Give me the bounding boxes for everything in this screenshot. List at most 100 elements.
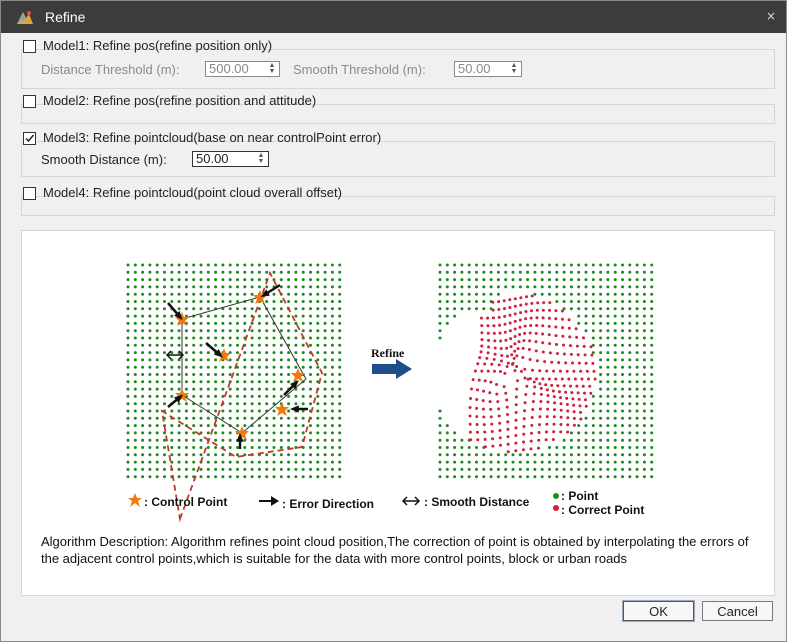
grid-point [221, 453, 225, 457]
grid-point [540, 475, 544, 479]
grid-point [228, 438, 232, 442]
correct-point [497, 315, 501, 319]
grid-point [279, 373, 283, 376]
grid-point [316, 394, 320, 398]
correct-point [553, 401, 557, 405]
grid-point [221, 416, 225, 420]
grid-point [453, 453, 457, 457]
grid-point [562, 460, 566, 464]
grid-point [338, 416, 342, 420]
grid-point [221, 270, 225, 274]
grid-point [214, 453, 218, 457]
model1-checkbox[interactable] [23, 40, 36, 53]
grid-point [287, 373, 291, 376]
correct-point [564, 361, 568, 365]
grid-point [133, 343, 137, 347]
grid-point [155, 358, 159, 362]
correct-point [530, 415, 534, 419]
grid-point [642, 343, 646, 347]
grid-point [133, 300, 137, 303]
grid-point [438, 409, 442, 413]
grid-point [141, 387, 145, 391]
grid-point [141, 300, 145, 303]
correct-point [504, 338, 508, 342]
close-icon[interactable]: × [766, 9, 776, 23]
distance-threshold-input[interactable]: 500.00 ▲ ▼ [205, 61, 280, 77]
grid-point [170, 438, 174, 442]
correct-point [480, 338, 484, 342]
grid-point [155, 292, 159, 296]
grid-point [323, 402, 327, 406]
correct-point [518, 333, 522, 337]
grid-point [133, 460, 137, 464]
grid-point [338, 343, 342, 347]
ok-button[interactable]: OK [622, 600, 695, 622]
grid-point [257, 351, 261, 355]
grid-point [243, 475, 247, 479]
grid-point [599, 292, 603, 296]
grid-point [650, 402, 654, 406]
grid-point [206, 270, 210, 274]
grid-point [599, 373, 603, 376]
grid-point [272, 380, 276, 384]
grid-point [621, 321, 624, 325]
correct-point [554, 325, 558, 329]
grid-point [265, 387, 269, 391]
grid-point [526, 270, 530, 274]
grid-point [599, 278, 603, 282]
correct-point [589, 391, 593, 395]
grid-point [206, 446, 210, 449]
grid-point [301, 263, 305, 267]
grid-point [635, 387, 639, 391]
spin-arrows-icon[interactable]: ▲ ▼ [266, 62, 278, 75]
spin-arrows-icon[interactable]: ▲ ▼ [255, 152, 267, 165]
correct-point [585, 369, 589, 373]
model2-checkbox[interactable] [23, 95, 36, 108]
grid-point [323, 373, 327, 376]
grid-point [199, 270, 203, 274]
smooth-distance-input[interactable]: 50.00 ▲ ▼ [192, 151, 269, 167]
grid-point [330, 314, 334, 318]
correct-point [523, 324, 527, 328]
grid-point [316, 424, 320, 428]
grid-point [309, 285, 312, 289]
correct-point [566, 423, 570, 427]
grid-point [584, 321, 588, 325]
grid-point [301, 365, 305, 369]
grid-point [279, 453, 283, 457]
grid-point [148, 475, 152, 479]
grid-point [591, 351, 595, 355]
correct-point [565, 369, 569, 373]
grid-point [192, 351, 196, 355]
correct-point [519, 311, 523, 315]
spin-arrows-icon[interactable]: ▲ ▼ [508, 62, 520, 75]
grid-point [199, 300, 203, 303]
grid-point [453, 438, 457, 442]
grid-point [243, 387, 247, 391]
correct-point [516, 347, 520, 351]
grid-point [214, 409, 218, 413]
smooth-threshold-input[interactable]: 50.00 ▲ ▼ [454, 61, 522, 77]
grid-point [250, 270, 254, 274]
correct-point [529, 316, 533, 320]
correct-point [508, 313, 512, 317]
grid-point [316, 373, 320, 376]
grid-point [184, 351, 188, 355]
grid-point [243, 292, 247, 296]
grid-point [475, 285, 478, 289]
grid-point [562, 446, 566, 449]
grid-point [518, 270, 522, 274]
grid-point [257, 409, 261, 413]
grid-point [272, 373, 276, 376]
model4-checkbox[interactable] [23, 187, 36, 200]
cancel-button[interactable]: Cancel [702, 601, 773, 621]
grid-point [257, 307, 261, 311]
grid-point [177, 365, 181, 369]
grid-point [301, 343, 305, 347]
grid-point [184, 365, 188, 369]
grid-point [475, 278, 478, 282]
model3-checkbox[interactable] [23, 132, 36, 145]
grid-point [272, 394, 276, 398]
grid-point [192, 416, 196, 420]
grid-point [184, 467, 188, 471]
